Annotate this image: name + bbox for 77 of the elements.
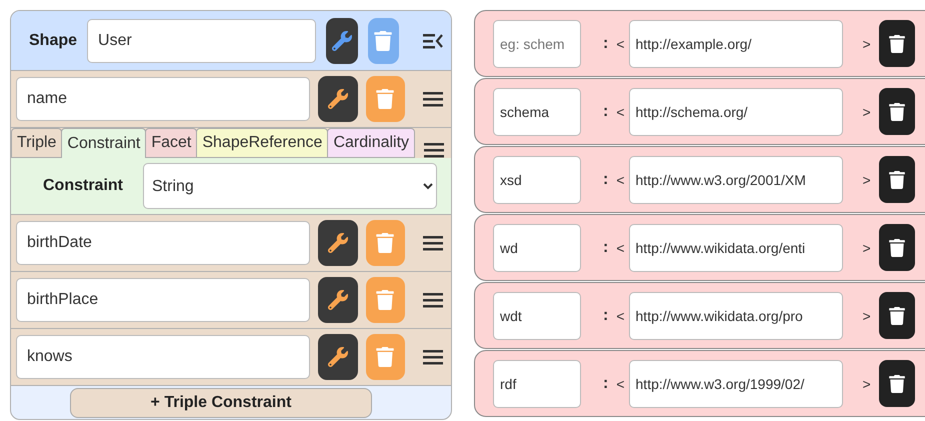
triple-name-field[interactable]: birthDate xyxy=(16,221,310,265)
iri-field[interactable]: http://www.w3.org/2001/XM xyxy=(628,156,843,204)
wrench-icon xyxy=(332,30,352,50)
iri-field[interactable]: http://schema.org/ xyxy=(628,88,843,136)
prefix-field[interactable]: eg: schem xyxy=(493,20,581,68)
trash-icon xyxy=(375,89,396,109)
colon-text: : xyxy=(603,238,608,256)
tab[interactable]: Cardinality xyxy=(327,128,416,158)
trash-icon xyxy=(375,347,396,367)
wrench-icon xyxy=(328,233,348,253)
trash-icon xyxy=(888,238,906,256)
iri-field[interactable]: http://example.org/ xyxy=(628,20,843,68)
close-bracket-text: > xyxy=(862,376,871,392)
delete-button[interactable] xyxy=(878,20,915,67)
prefix-field[interactable]: xsd xyxy=(493,156,581,204)
delete-button[interactable] xyxy=(878,360,915,407)
close-bracket-text: > xyxy=(862,36,871,52)
open-bracket-text: < xyxy=(616,240,625,256)
prefix-field[interactable]: rdf xyxy=(493,360,581,408)
trash-icon xyxy=(375,233,396,253)
close-bracket-text: > xyxy=(862,240,871,256)
open-bracket-text: < xyxy=(616,308,625,324)
tab[interactable]: Triple xyxy=(11,128,62,158)
close-bracket-text: > xyxy=(862,172,871,188)
triple-name-field[interactable]: knows xyxy=(16,335,310,379)
trash-icon xyxy=(373,30,394,50)
menu-icon[interactable] xyxy=(423,349,443,365)
colon-text: : xyxy=(603,306,608,324)
open-bracket-text: < xyxy=(616,104,625,120)
tab[interactable]: Facet xyxy=(145,128,198,158)
constraint-select[interactable]: String xyxy=(143,163,437,209)
iri-field[interactable]: http://www.wikidata.org/pro xyxy=(628,292,843,340)
triple-name-field[interactable]: birthPlace xyxy=(16,278,310,322)
open-bracket-text: < xyxy=(616,376,625,392)
menu-icon[interactable] xyxy=(424,142,444,158)
wrench-icon xyxy=(328,290,348,310)
colon-text: : xyxy=(603,170,608,188)
trash-icon xyxy=(375,290,396,310)
open-bracket-text: < xyxy=(616,36,625,52)
constraint-label: Constraint xyxy=(43,177,123,195)
colon-text: : xyxy=(603,374,608,392)
trash-icon xyxy=(888,170,906,188)
wrench-icon xyxy=(328,89,348,109)
iri-field[interactable]: http://www.wikidata.org/enti xyxy=(628,224,843,272)
iri-field[interactable]: http://www.w3.org/1999/02/ xyxy=(628,360,843,408)
tab[interactable]: ShapeReference xyxy=(196,128,328,158)
delete-button[interactable] xyxy=(878,88,915,135)
add-triple-constraint-button[interactable]: + Triple Constraint xyxy=(70,388,372,418)
wrench-button[interactable] xyxy=(318,334,358,380)
trash-icon xyxy=(888,102,906,120)
open-bracket-text: < xyxy=(616,172,625,188)
delete-button[interactable] xyxy=(878,156,915,203)
trash-icon xyxy=(888,306,906,324)
menu-icon[interactable] xyxy=(423,91,443,107)
tab[interactable]: Constraint xyxy=(61,128,146,158)
close-bracket-text: > xyxy=(862,104,871,120)
prefix-field[interactable]: schema xyxy=(493,88,581,136)
triple-name-field[interactable]: name xyxy=(16,77,310,121)
wrench-icon xyxy=(328,347,348,367)
trash-icon xyxy=(888,34,906,52)
wrench-button[interactable] xyxy=(318,220,358,266)
wrench-button[interactable] xyxy=(318,277,358,323)
prefix-field[interactable]: wdt xyxy=(493,292,581,340)
wrench-button[interactable] xyxy=(318,76,358,122)
menu-icon[interactable] xyxy=(423,292,443,308)
prefix-field[interactable]: wd xyxy=(493,224,581,272)
shape-name-field[interactable]: User xyxy=(87,18,316,62)
colon-text: : xyxy=(603,102,608,120)
trash-icon xyxy=(888,374,906,392)
delete-button[interactable] xyxy=(878,292,915,339)
menu-icon[interactable] xyxy=(423,235,443,251)
collapse-icon[interactable] xyxy=(422,32,443,48)
delete-button[interactable] xyxy=(878,224,915,271)
colon-text: : xyxy=(603,34,608,52)
shape-label: Shape xyxy=(29,32,78,50)
wrench-button[interactable] xyxy=(326,18,358,64)
close-bracket-text: > xyxy=(862,308,871,324)
